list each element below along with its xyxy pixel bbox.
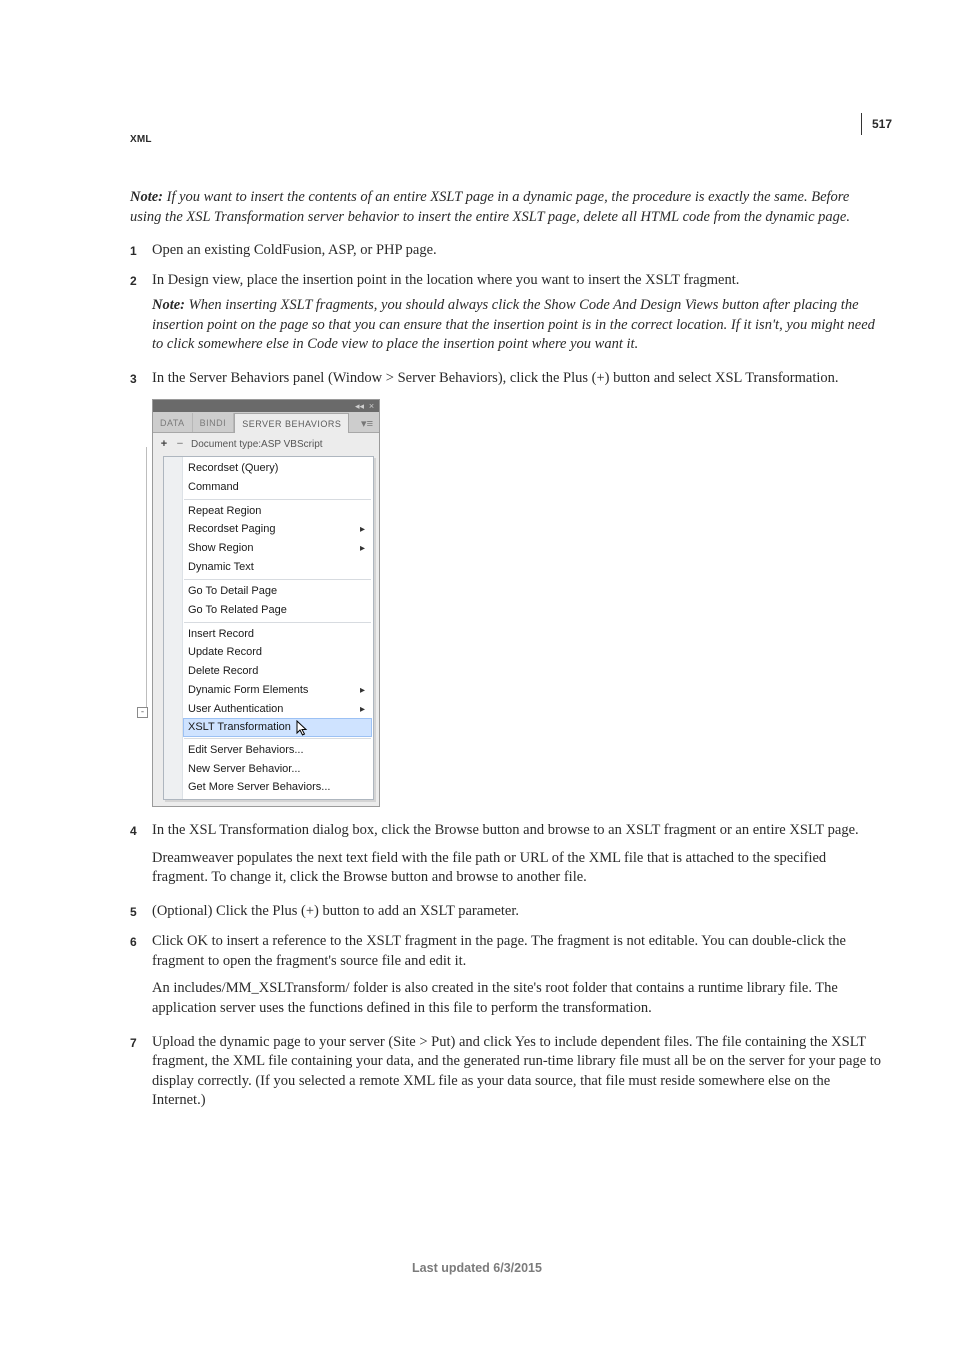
step-number: 7: [130, 1035, 137, 1051]
page: 517 XML Note: If you want to insert the …: [0, 0, 954, 1350]
submenu-arrow-icon: ▸: [360, 703, 365, 717]
doc-type-label: Document type:ASP VBScript: [191, 438, 323, 452]
menu-item-repeat-region[interactable]: Repeat Region: [164, 502, 373, 521]
page-number: 517: [861, 113, 892, 135]
steps-list: 1 Open an existing ColdFusion, ASP, or P…: [130, 241, 884, 1111]
step-5: 5 (Optional) Click the Plus (+) button t…: [130, 902, 884, 922]
doc-type-row: + − Document type:ASP VBScript: [153, 433, 379, 456]
submenu-arrow-icon: ▸: [360, 542, 365, 556]
tab-data[interactable]: DATA: [153, 413, 193, 432]
menu-item-dynamic-form-elements[interactable]: Dynamic Form Elements ▸: [164, 681, 373, 700]
panel-tabs: DATA BINDI SERVER BEHAVIORS ▾≡: [153, 412, 379, 433]
plus-button[interactable]: +: [159, 437, 169, 452]
menu-item-recordset-query[interactable]: Recordset (Query): [164, 459, 373, 478]
step-number: 4: [130, 823, 137, 839]
behaviors-menu: Recordset (Query) Command Repeat Region …: [163, 456, 374, 800]
menu-item-label: Show Region: [188, 542, 253, 554]
step-text: Click OK to insert a reference to the XS…: [152, 932, 884, 971]
menu-separator: [184, 579, 371, 580]
step-text: In the Server Behaviors panel (Window > …: [152, 369, 884, 389]
step-number: 5: [130, 904, 137, 920]
menu-item-go-to-related-page[interactable]: Go To Related Page: [164, 601, 373, 620]
menu-item-label: XSLT Transformation: [188, 721, 291, 733]
cursor-icon: [296, 720, 310, 738]
menu-item-get-more-server-behaviors[interactable]: Get More Server Behaviors...: [164, 778, 373, 797]
menu-separator: [184, 738, 371, 739]
note-label: Note:: [130, 189, 163, 205]
menu-item-edit-server-behaviors[interactable]: Edit Server Behaviors...: [164, 741, 373, 760]
step-6: 6 Click OK to insert a reference to the …: [130, 932, 884, 1018]
step-text: In the XSL Transformation dialog box, cl…: [152, 821, 884, 841]
menu-item-insert-record[interactable]: Insert Record: [164, 625, 373, 644]
menu-item-label: Recordset Paging: [188, 523, 275, 535]
menu-item-label: User Authentication: [188, 703, 283, 715]
content-block: Note: If you want to insert the contents…: [130, 188, 884, 1111]
collapse-icon[interactable]: ◂◂: [355, 402, 364, 411]
step-3: 3 In the Server Behaviors panel (Window …: [130, 369, 884, 807]
server-behaviors-panel-figure: - ◂◂ × DATA BINDI SERVER BEHAVIORS ▾≡: [152, 399, 884, 807]
tree-stub: -: [146, 447, 153, 711]
menu-item-show-region[interactable]: Show Region ▸: [164, 539, 373, 558]
step-number: 6: [130, 934, 137, 950]
menu-item-go-to-detail-page[interactable]: Go To Detail Page: [164, 582, 373, 601]
menu-item-command[interactable]: Command: [164, 478, 373, 497]
menu-item-delete-record[interactable]: Delete Record: [164, 662, 373, 681]
server-behaviors-panel: ◂◂ × DATA BINDI SERVER BEHAVIORS ▾≡ + −: [152, 399, 380, 807]
step-number: 1: [130, 243, 137, 259]
note-label: Note:: [152, 297, 185, 313]
intro-note-text: If you want to insert the contents of an…: [130, 189, 850, 225]
minus-button[interactable]: −: [175, 437, 185, 452]
close-icon[interactable]: ×: [367, 402, 376, 411]
step-text: Upload the dynamic page to your server (…: [152, 1033, 884, 1111]
footer-last-updated: Last updated 6/3/2015: [0, 1261, 954, 1275]
step-text: In Design view, place the insertion poin…: [152, 271, 884, 291]
menu-separator: [184, 499, 371, 500]
step-number: 2: [130, 273, 137, 289]
menu-item-xslt-transformation[interactable]: XSLT Transformation: [183, 718, 372, 737]
step-1: 1 Open an existing ColdFusion, ASP, or P…: [130, 241, 884, 261]
step-2-note: Note: When inserting XSLT fragments, you…: [152, 296, 884, 355]
panel-menu-icon[interactable]: ▾≡: [355, 417, 379, 432]
step-2-note-text: When inserting XSLT fragments, you shoul…: [152, 297, 875, 352]
submenu-arrow-icon: ▸: [360, 684, 365, 698]
menu-separator: [184, 622, 371, 623]
panel-titlebar: ◂◂ ×: [153, 400, 379, 412]
page-number-value: 517: [872, 117, 892, 131]
step-7: 7 Upload the dynamic page to your server…: [130, 1033, 884, 1111]
step-number: 3: [130, 371, 137, 387]
tab-server-behaviors[interactable]: SERVER BEHAVIORS: [234, 413, 349, 433]
menu-item-dynamic-text[interactable]: Dynamic Text: [164, 558, 373, 577]
running-head: XML: [130, 134, 152, 145]
step-text: Open an existing ColdFusion, ASP, or PHP…: [152, 241, 884, 261]
menu-item-update-record[interactable]: Update Record: [164, 643, 373, 662]
tree-minus-icon: -: [137, 707, 148, 718]
step-text: (Optional) Click the Plus (+) button to …: [152, 902, 884, 922]
step-6-followup: An includes/MM_XSLTransform/ folder is a…: [152, 979, 884, 1018]
menu-item-user-authentication[interactable]: User Authentication ▸: [164, 700, 373, 719]
intro-note: Note: If you want to insert the contents…: [130, 188, 884, 227]
menu-item-new-server-behavior[interactable]: New Server Behavior...: [164, 760, 373, 779]
menu-item-recordset-paging[interactable]: Recordset Paging ▸: [164, 520, 373, 539]
step-4: 4 In the XSL Transformation dialog box, …: [130, 821, 884, 888]
step-4-followup: Dreamweaver populates the next text fiel…: [152, 849, 884, 888]
tab-bindings[interactable]: BINDI: [193, 413, 235, 432]
step-2: 2 In Design view, place the insertion po…: [130, 271, 884, 355]
submenu-arrow-icon: ▸: [360, 523, 365, 537]
menu-item-label: Dynamic Form Elements: [188, 684, 308, 696]
